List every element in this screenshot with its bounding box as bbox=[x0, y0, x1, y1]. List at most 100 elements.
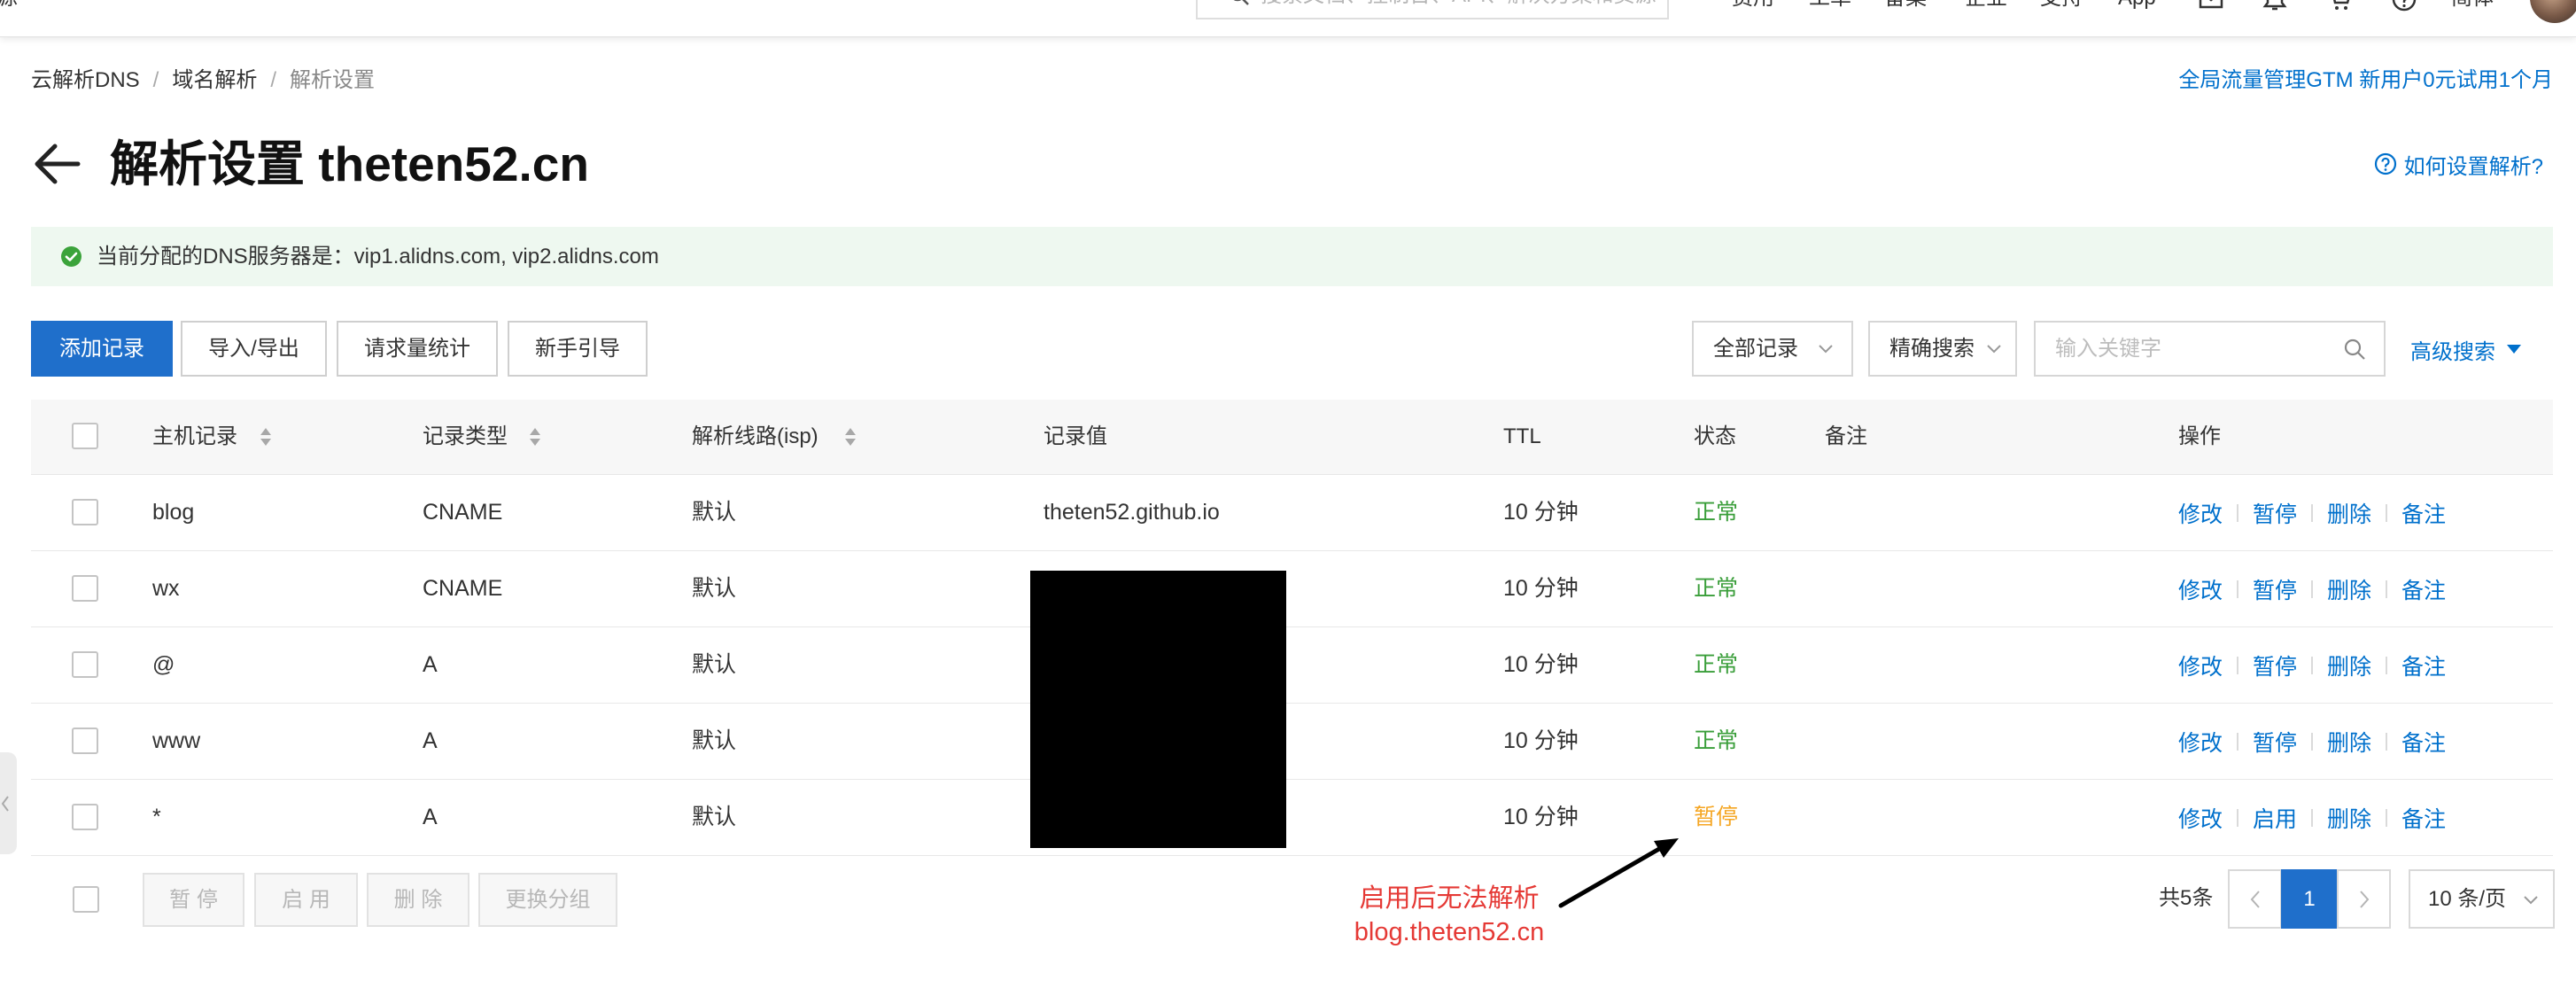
edit-link[interactable]: 修改 bbox=[2178, 650, 2223, 681]
batch-enable-button[interactable]: 启 用 bbox=[254, 873, 358, 927]
table-row: wx CNAME 默认 10 分钟 正常 修改 暂停 删除 备注 bbox=[31, 551, 2553, 627]
page-title: 解析设置 theten52.cn bbox=[110, 136, 589, 191]
record-type-cell: CNAME bbox=[423, 576, 503, 601]
breadcrumb-domain-resolution[interactable]: 域名解析 bbox=[172, 68, 257, 92]
pause-link[interactable]: 暂停 bbox=[2253, 726, 2297, 758]
global-search-box[interactable]: 搜索文档、控制台、API、解决方案和资源 bbox=[1196, 0, 1669, 19]
batch-change-group-button[interactable]: 更换分组 bbox=[478, 873, 617, 927]
row-checkbox[interactable] bbox=[72, 499, 98, 525]
resolution-line-cell: 默认 bbox=[692, 500, 737, 525]
pause-link[interactable]: 暂停 bbox=[2253, 573, 2297, 605]
nav-app[interactable]: App bbox=[2118, 0, 2156, 10]
table-row: blog CNAME 默认 theten52.github.io 10 分钟 正… bbox=[31, 475, 2553, 551]
enable-link[interactable]: 启用 bbox=[2253, 802, 2297, 834]
next-page-button[interactable] bbox=[2337, 869, 2391, 929]
status-cell: 正常 bbox=[1694, 652, 1739, 677]
nav-enterprise[interactable]: 企业 bbox=[1965, 0, 2007, 10]
sidebar-collapse-tab[interactable] bbox=[0, 752, 17, 854]
batch-select-checkbox[interactable] bbox=[73, 886, 99, 913]
batch-pause-button[interactable]: 暂 停 bbox=[143, 873, 244, 927]
breadcrumb-separator: / bbox=[270, 68, 277, 92]
row-checkbox[interactable] bbox=[72, 728, 98, 754]
cart-icon[interactable] bbox=[2326, 0, 2353, 12]
top-navigation-bar: 源 搜索文档、控制台、API、解决方案和资源 费用 工单 备案 企业 支持 Ap… bbox=[0, 0, 2576, 37]
chevron-down-icon bbox=[1987, 345, 2001, 354]
host-record-cell: * bbox=[152, 805, 161, 829]
host-record-cell: blog bbox=[152, 500, 195, 525]
nav-support[interactable]: 支持 bbox=[2040, 0, 2083, 10]
sort-icon[interactable] bbox=[260, 427, 272, 447]
delete-link[interactable]: 删除 bbox=[2327, 497, 2371, 529]
delete-link[interactable]: 删除 bbox=[2327, 802, 2371, 834]
remark-link[interactable]: 备注 bbox=[2401, 726, 2446, 758]
row-checkbox[interactable] bbox=[72, 651, 98, 678]
help-how-to-configure-link[interactable]: 如何设置解析? bbox=[2374, 152, 2543, 179]
bell-icon[interactable] bbox=[2262, 0, 2288, 12]
record-filter-select[interactable]: 全部记录 bbox=[1692, 321, 1853, 377]
sort-icon[interactable] bbox=[529, 427, 541, 447]
nav-icp-filing[interactable]: 备案 bbox=[1884, 0, 1927, 10]
row-actions: 修改 暂停 删除 备注 bbox=[2178, 475, 2446, 550]
status-cell: 正常 bbox=[1694, 576, 1739, 601]
batch-delete-button[interactable]: 删 除 bbox=[367, 873, 469, 927]
status-cell: 正常 bbox=[1694, 728, 1739, 753]
action-separator bbox=[2386, 808, 2388, 827]
column-header-type: 记录类型 bbox=[423, 424, 508, 448]
prev-page-button[interactable] bbox=[2228, 869, 2282, 929]
search-mode-select[interactable]: 精确搜索 bbox=[1868, 321, 2017, 377]
keyword-input[interactable] bbox=[2036, 323, 2337, 375]
action-separator bbox=[2386, 580, 2388, 598]
user-avatar[interactable] bbox=[2530, 0, 2576, 23]
select-all-checkbox[interactable] bbox=[72, 423, 98, 449]
column-header-actions: 操作 bbox=[2178, 424, 2221, 448]
dns-server-notice: 当前分配的DNS服务器是：vip1.alidns.com, vip2.alidn… bbox=[31, 227, 2553, 286]
annotation-note: 启用后无法解析 blog.theten52.cn bbox=[1329, 882, 1570, 949]
chevron-right-icon bbox=[2359, 890, 2369, 908]
column-header-value: 记录值 bbox=[1044, 424, 1107, 448]
edit-link[interactable]: 修改 bbox=[2178, 726, 2223, 758]
remark-link[interactable]: 备注 bbox=[2401, 650, 2446, 681]
action-separator bbox=[2237, 656, 2239, 674]
record-type-cell: A bbox=[423, 728, 438, 753]
row-checkbox[interactable] bbox=[72, 804, 98, 830]
beginner-guide-button[interactable]: 新手引导 bbox=[508, 321, 648, 377]
nav-fees[interactable]: 费用 bbox=[1732, 0, 1774, 10]
request-stats-button[interactable]: 请求量统计 bbox=[337, 321, 498, 377]
action-separator bbox=[2237, 732, 2239, 751]
breadcrumb-cloud-dns[interactable]: 云解析DNS bbox=[31, 68, 140, 92]
caret-down-icon bbox=[2507, 345, 2521, 354]
topbar-left-label[interactable]: 源 bbox=[0, 0, 18, 10]
search-icon[interactable] bbox=[2343, 338, 2366, 361]
advanced-search-link[interactable]: 高级搜索 bbox=[2410, 337, 2522, 364]
pause-link[interactable]: 暂停 bbox=[2253, 497, 2297, 529]
language-switch[interactable]: 简体 bbox=[2451, 0, 2494, 10]
edit-link[interactable]: 修改 bbox=[2178, 497, 2223, 529]
back-arrow-icon[interactable] bbox=[33, 144, 81, 184]
import-export-button[interactable]: 导入/导出 bbox=[181, 321, 327, 377]
edit-link[interactable]: 修改 bbox=[2178, 573, 2223, 605]
column-header-status: 状态 bbox=[1694, 424, 1736, 448]
edit-link[interactable]: 修改 bbox=[2178, 802, 2223, 834]
remark-link[interactable]: 备注 bbox=[2401, 802, 2446, 834]
remark-link[interactable]: 备注 bbox=[2401, 497, 2446, 529]
nav-tickets[interactable]: 工单 bbox=[1809, 0, 1851, 10]
help-icon[interactable] bbox=[2391, 0, 2417, 12]
chevron-down-icon bbox=[2524, 896, 2538, 905]
page-size-select[interactable]: 10 条/页 bbox=[2409, 869, 2555, 929]
sort-icon[interactable] bbox=[844, 427, 857, 447]
row-checkbox[interactable] bbox=[72, 575, 98, 602]
pause-link[interactable]: 暂停 bbox=[2253, 650, 2297, 681]
page-1-button[interactable]: 1 bbox=[2281, 869, 2338, 929]
delete-link[interactable]: 删除 bbox=[2327, 650, 2371, 681]
column-header-line: 解析线路(isp) bbox=[692, 424, 819, 448]
delete-link[interactable]: 删除 bbox=[2327, 726, 2371, 758]
add-record-button[interactable]: 添加记录 bbox=[31, 321, 173, 377]
remark-link[interactable]: 备注 bbox=[2401, 573, 2446, 605]
column-header-ttl: TTL bbox=[1503, 424, 1541, 448]
table-row: www A 默认 10 分钟 正常 修改 暂停 删除 备注 bbox=[31, 704, 2553, 780]
record-type-cell: A bbox=[423, 652, 438, 677]
mail-icon[interactable] bbox=[2198, 0, 2224, 12]
question-circle-icon bbox=[2374, 152, 2396, 175]
delete-link[interactable]: 删除 bbox=[2327, 573, 2371, 605]
gtm-promo-link[interactable]: 全局流量管理GTM 新用户0元试用1个月 bbox=[2178, 69, 2553, 92]
